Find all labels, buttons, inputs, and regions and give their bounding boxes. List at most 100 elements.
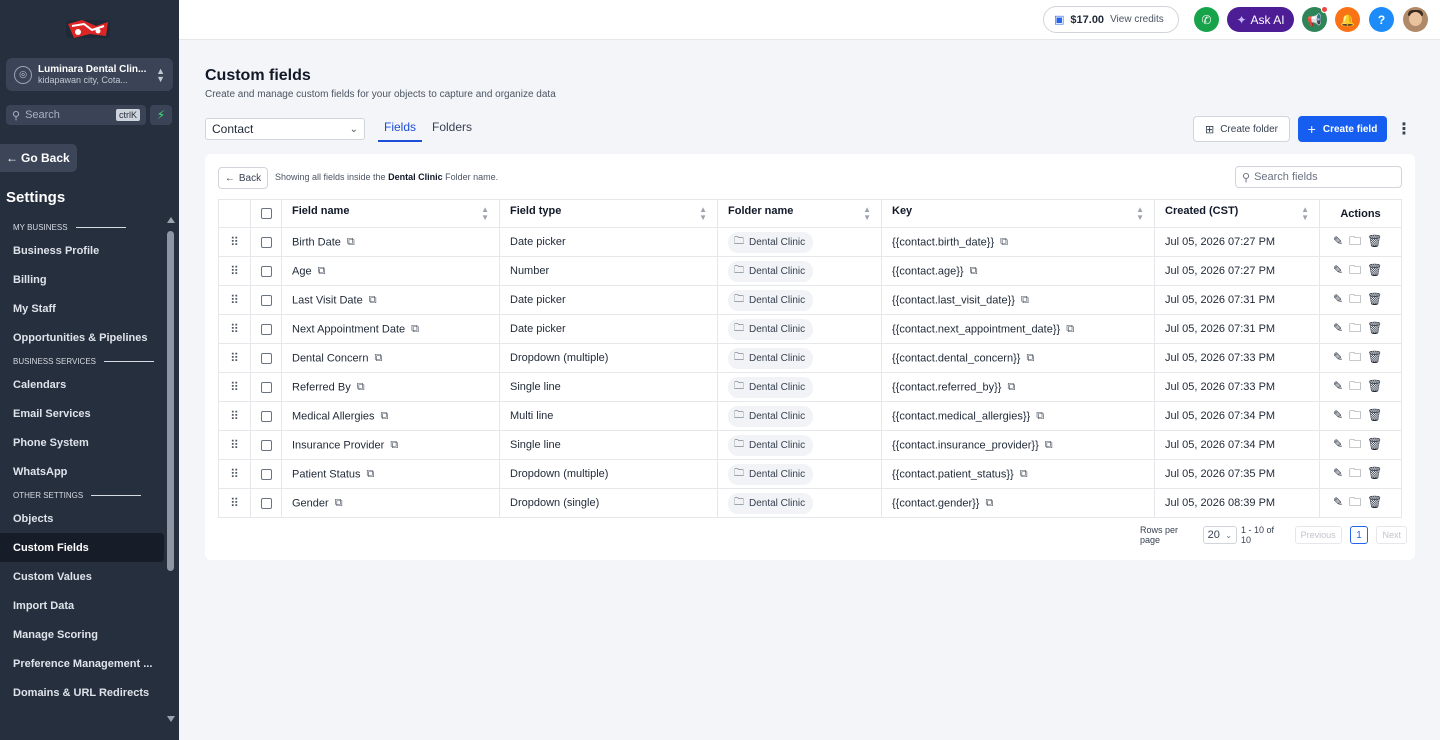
copy-icon[interactable]: ⧉ bbox=[1066, 323, 1074, 336]
delete-icon[interactable]: 🗑 bbox=[1367, 437, 1382, 451]
sort-icon[interactable]: ▲ ▼ bbox=[481, 206, 489, 222]
sidebar-item-custom-values[interactable]: Custom Values bbox=[0, 562, 164, 591]
edit-icon[interactable]: ✎ bbox=[1333, 321, 1343, 335]
move-folder-icon[interactable]: 🗀 bbox=[1349, 232, 1361, 253]
view-credits-link[interactable]: View credits bbox=[1110, 14, 1164, 25]
account-switcher[interactable]: ◎ Luminara Dental Clin... kidapawan city… bbox=[6, 58, 173, 91]
move-folder-icon[interactable]: 🗀 bbox=[1349, 377, 1361, 398]
drag-handle-icon[interactable]: ⠿ bbox=[218, 227, 251, 257]
create-folder-button[interactable]: ⊞ Create folder bbox=[1193, 116, 1290, 142]
col-field-name[interactable]: Field name ▲ ▼ bbox=[281, 199, 500, 228]
scrollbar-thumb[interactable] bbox=[167, 231, 174, 571]
ask-ai-button[interactable]: ✦ Ask AI bbox=[1227, 7, 1294, 32]
sort-icon[interactable]: ▲ ▼ bbox=[1301, 206, 1309, 222]
sidebar-item-whatsapp[interactable]: WhatsApp bbox=[0, 457, 164, 486]
move-folder-icon[interactable]: 🗀 bbox=[1349, 261, 1361, 282]
copy-icon[interactable]: ⧉ bbox=[1021, 294, 1029, 307]
company-logo[interactable] bbox=[62, 14, 114, 44]
copy-icon[interactable]: ⧉ bbox=[1007, 381, 1015, 394]
delete-icon[interactable]: 🗑 bbox=[1367, 379, 1382, 393]
drag-handle-icon[interactable]: ⠿ bbox=[218, 256, 251, 286]
copy-icon[interactable]: ⧉ bbox=[1000, 236, 1008, 249]
drag-handle-icon[interactable]: ⠿ bbox=[218, 314, 251, 344]
row-checkbox[interactable] bbox=[260, 497, 272, 509]
delete-icon[interactable]: 🗑 bbox=[1367, 263, 1382, 277]
edit-icon[interactable]: ✎ bbox=[1333, 495, 1343, 509]
copy-icon[interactable]: ⧉ bbox=[411, 323, 419, 336]
edit-icon[interactable]: ✎ bbox=[1333, 437, 1343, 451]
sidebar-item-preference-management[interactable]: Preference Management ... bbox=[0, 649, 164, 678]
copy-icon[interactable]: ⧉ bbox=[1036, 410, 1044, 423]
sort-icon[interactable]: ▲ ▼ bbox=[863, 206, 871, 222]
delete-icon[interactable]: 🗑 bbox=[1367, 292, 1382, 306]
bell-icon[interactable]: 🔔 bbox=[1335, 7, 1360, 32]
quick-actions-bolt-icon[interactable]: ⚡ bbox=[150, 105, 172, 125]
copy-icon[interactable]: ⧉ bbox=[367, 468, 375, 481]
copy-icon[interactable]: ⧉ bbox=[1020, 468, 1028, 481]
copy-icon[interactable]: ⧉ bbox=[369, 294, 377, 307]
edit-icon[interactable]: ✎ bbox=[1333, 466, 1343, 480]
delete-icon[interactable]: 🗑 bbox=[1367, 408, 1382, 422]
scroll-down-icon[interactable] bbox=[167, 716, 175, 722]
scroll-up-icon[interactable] bbox=[167, 217, 175, 223]
delete-icon[interactable]: 🗑 bbox=[1367, 321, 1382, 335]
sidebar-item-domains-url-redirects[interactable]: Domains & URL Redirects bbox=[0, 678, 164, 707]
drag-handle-icon[interactable]: ⠿ bbox=[218, 401, 251, 431]
tab-fields[interactable]: Fields bbox=[378, 118, 423, 142]
sidebar-item-manage-scoring[interactable]: Manage Scoring bbox=[0, 620, 164, 649]
user-avatar[interactable] bbox=[1403, 7, 1428, 32]
row-checkbox[interactable] bbox=[260, 468, 272, 480]
megaphone-icon[interactable]: 📢 bbox=[1302, 6, 1328, 32]
drag-handle-icon[interactable]: ⠿ bbox=[218, 459, 251, 489]
row-checkbox[interactable] bbox=[260, 352, 272, 364]
sidebar-item-billing[interactable]: Billing bbox=[0, 265, 164, 294]
delete-icon[interactable]: 🗑 bbox=[1367, 495, 1382, 509]
copy-icon[interactable]: ⧉ bbox=[374, 352, 382, 365]
move-folder-icon[interactable]: 🗀 bbox=[1349, 290, 1361, 311]
copy-icon[interactable]: ⧉ bbox=[985, 497, 993, 510]
copy-icon[interactable]: ⧉ bbox=[335, 497, 343, 510]
copy-icon[interactable]: ⧉ bbox=[390, 439, 398, 452]
sidebar-item-email-services[interactable]: Email Services bbox=[0, 399, 164, 428]
sidebar-item-objects[interactable]: Objects bbox=[0, 504, 164, 533]
copy-icon[interactable]: ⧉ bbox=[970, 265, 978, 278]
col-key[interactable]: Key ▲ ▼ bbox=[881, 199, 1155, 228]
drag-handle-icon[interactable]: ⠿ bbox=[218, 285, 251, 315]
drag-handle-icon[interactable]: ⠿ bbox=[218, 372, 251, 402]
search-fields-input[interactable]: ⚲ Search fields bbox=[1235, 166, 1402, 188]
delete-icon[interactable]: 🗑 bbox=[1367, 234, 1382, 248]
copy-icon[interactable]: ⧉ bbox=[347, 236, 355, 249]
select-all-checkbox[interactable] bbox=[260, 208, 272, 220]
edit-icon[interactable]: ✎ bbox=[1333, 234, 1343, 248]
delete-icon[interactable]: 🗑 bbox=[1367, 350, 1382, 364]
row-checkbox[interactable] bbox=[260, 323, 272, 335]
row-checkbox[interactable] bbox=[260, 236, 272, 248]
row-checkbox[interactable] bbox=[260, 265, 272, 277]
edit-icon[interactable]: ✎ bbox=[1333, 292, 1343, 306]
row-checkbox[interactable] bbox=[260, 294, 272, 306]
drag-handle-icon[interactable]: ⠿ bbox=[218, 430, 251, 460]
delete-icon[interactable]: 🗑 bbox=[1367, 466, 1382, 480]
drag-handle-icon[interactable]: ⠿ bbox=[218, 343, 251, 373]
phone-icon[interactable]: ✆ bbox=[1194, 7, 1219, 32]
object-select[interactable]: Contact ⌄ bbox=[205, 118, 365, 140]
sidebar-search[interactable]: ⚲ Search ctrlK bbox=[6, 105, 146, 125]
move-folder-icon[interactable]: 🗀 bbox=[1349, 435, 1361, 456]
sidebar-item-custom-fields[interactable]: Custom Fields bbox=[0, 533, 164, 562]
edit-icon[interactable]: ✎ bbox=[1333, 408, 1343, 422]
back-button[interactable]: ← Back bbox=[218, 167, 268, 189]
copy-icon[interactable]: ⧉ bbox=[1026, 352, 1034, 365]
col-folder-name[interactable]: Folder name ▲ ▼ bbox=[717, 199, 882, 228]
copy-icon[interactable]: ⧉ bbox=[318, 265, 326, 278]
more-options-icon[interactable]: ⋮ bbox=[1396, 120, 1412, 138]
col-field-type[interactable]: Field type ▲ ▼ bbox=[499, 199, 718, 228]
sidebar-item-calendars[interactable]: Calendars bbox=[0, 370, 164, 399]
previous-page-button[interactable]: Previous bbox=[1294, 526, 1342, 544]
rows-per-page-select[interactable]: 20 ⌄ bbox=[1202, 526, 1237, 544]
create-field-button[interactable]: + Create field bbox=[1298, 116, 1387, 142]
help-icon[interactable]: ? bbox=[1369, 7, 1394, 32]
go-back-button[interactable]: ← Go Back bbox=[0, 144, 77, 172]
page-1-button[interactable]: 1 bbox=[1349, 526, 1369, 544]
copy-icon[interactable]: ⧉ bbox=[381, 410, 389, 423]
tab-folders[interactable]: Folders bbox=[426, 118, 478, 142]
